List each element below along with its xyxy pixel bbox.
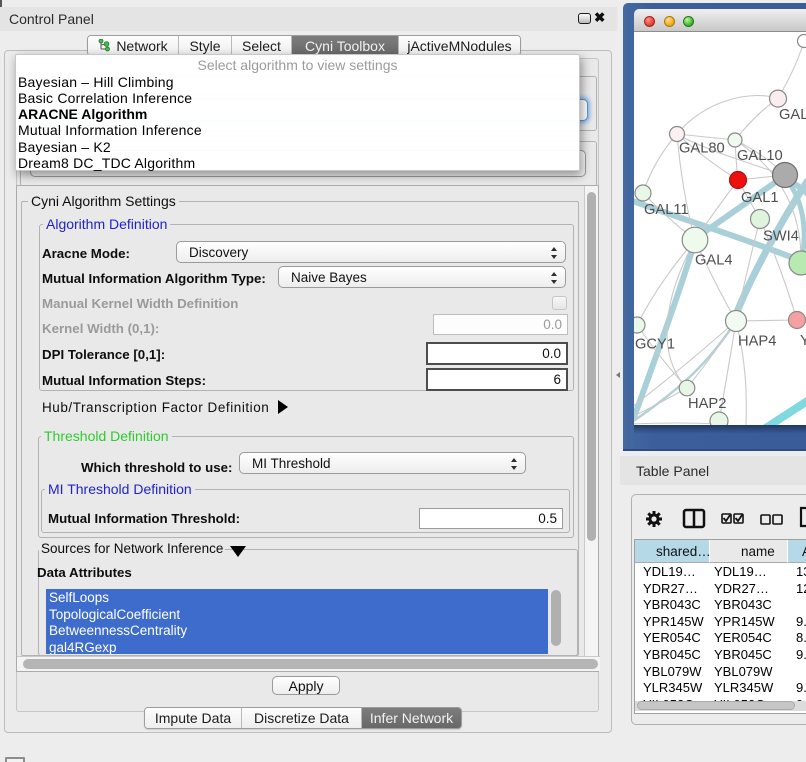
svg-text:SWI4: SWI4	[763, 229, 799, 245]
svg-text:GAL7: GAL7	[779, 107, 806, 123]
svg-text:GAL1: GAL1	[741, 190, 779, 206]
svg-text:GAL10: GAL10	[737, 148, 783, 164]
svg-text:Y: Y	[800, 333, 806, 349]
svg-text:HAP2: HAP2	[688, 396, 726, 412]
svg-text:GAL11: GAL11	[644, 202, 689, 218]
svg-text:GAL80: GAL80	[679, 141, 725, 157]
svg-text:GAL4: GAL4	[695, 253, 733, 269]
svg-text:GCY1: GCY1	[635, 337, 675, 353]
svg-text:HAP4: HAP4	[738, 334, 776, 350]
